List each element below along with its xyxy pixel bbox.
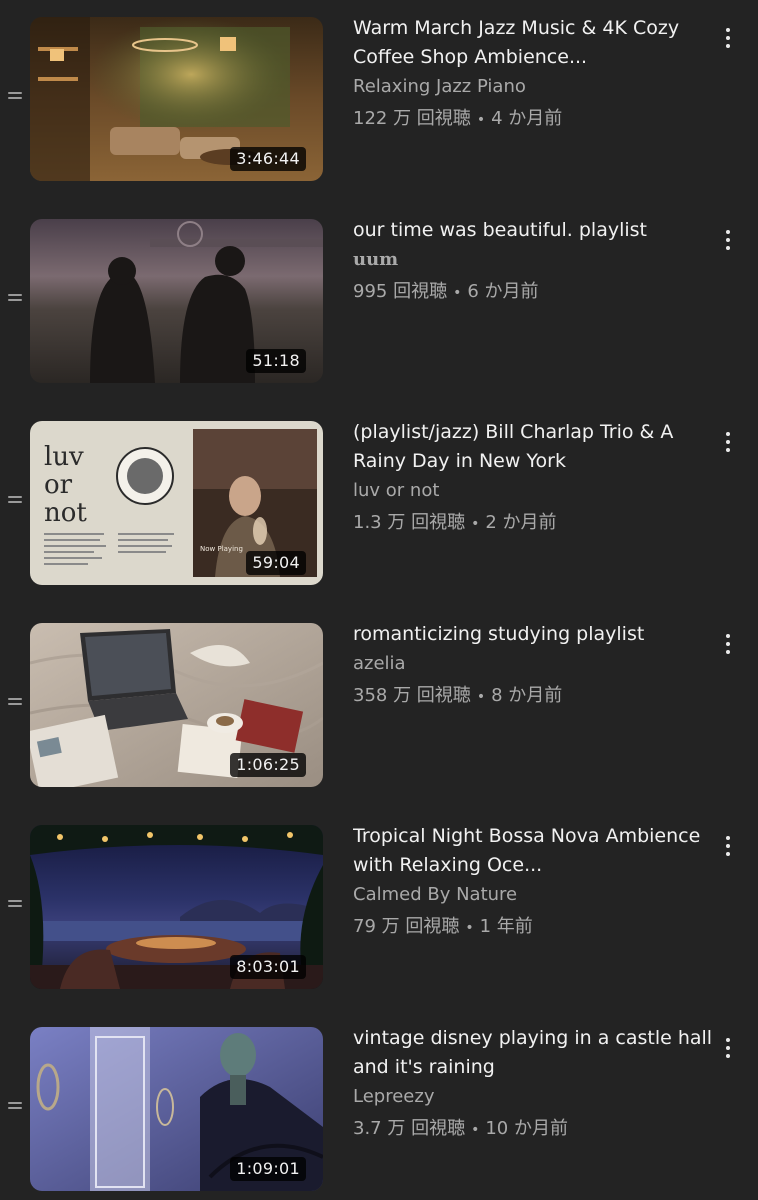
upload-age: 10 か月前	[485, 1118, 568, 1139]
video-meta: 358 万 回視聴 • 8 か月前	[353, 681, 713, 712]
separator-dot: •	[465, 920, 474, 936]
view-count: 995 回視聴	[353, 281, 448, 302]
channel-name[interactable]: uum	[353, 245, 713, 274]
view-count: 79 万 回視聴	[353, 916, 460, 937]
video-meta: 3.7 万 回視聴 • 10 か月前	[353, 1114, 713, 1145]
video-row[interactable]: 3:46:44 Warm March Jazz Music & 4K Cozy …	[0, 14, 758, 184]
thumb-logo-line3: not	[44, 498, 87, 528]
drag-handle-icon[interactable]	[8, 1101, 22, 1111]
channel-name[interactable]: Relaxing Jazz Piano	[353, 72, 713, 101]
video-thumbnail[interactable]: 1:09:01	[30, 1027, 323, 1191]
video-meta: 995 回視聴 • 6 か月前	[353, 277, 713, 308]
more-vert-icon[interactable]	[720, 430, 736, 456]
video-row[interactable]: luv or not Now Playing 59:04 (playlist/j…	[0, 418, 758, 588]
video-info: our time was beautiful. playlist uum 995…	[353, 216, 713, 308]
drag-handle-icon[interactable]	[8, 293, 22, 303]
channel-name[interactable]: Lepreezy	[353, 1082, 713, 1111]
video-title[interactable]: our time was beautiful. playlist	[353, 216, 713, 245]
video-title[interactable]: romanticizing studying playlist	[353, 620, 713, 649]
view-count: 3.7 万 回視聴	[353, 1118, 466, 1139]
video-meta: 79 万 回視聴 • 1 年前	[353, 912, 713, 943]
upload-age: 4 か月前	[491, 108, 563, 129]
drag-handle-icon[interactable]	[8, 91, 22, 101]
duration-badge: 3:46:44	[230, 147, 306, 171]
playlist-video-list: 3:46:44 Warm March Jazz Music & 4K Cozy …	[0, 0, 758, 1200]
more-vert-icon[interactable]	[720, 632, 736, 658]
video-thumbnail[interactable]: 8:03:01	[30, 825, 323, 989]
more-vert-icon[interactable]	[720, 228, 736, 254]
drag-handle-icon[interactable]	[8, 697, 22, 707]
view-count: 1.3 万 回視聴	[353, 512, 466, 533]
video-meta: 1.3 万 回視聴 • 2 か月前	[353, 508, 713, 539]
video-row[interactable]: 1:09:01 vintage disney playing in a cast…	[0, 1024, 758, 1194]
video-info: Warm March Jazz Music & 4K Cozy Coffee S…	[353, 14, 713, 135]
video-row[interactable]: 51:18 our time was beautiful. playlist u…	[0, 216, 758, 386]
duration-badge: 8:03:01	[230, 955, 306, 979]
upload-age: 2 か月前	[485, 512, 557, 533]
drag-handle-icon[interactable]	[8, 899, 22, 909]
duration-badge: 59:04	[246, 551, 306, 575]
duration-badge: 1:06:25	[230, 753, 306, 777]
video-thumbnail[interactable]: luv or not Now Playing 59:04	[30, 421, 323, 585]
video-info: (playlist/jazz) Bill Charlap Trio & A Ra…	[353, 418, 713, 539]
video-info: vintage disney playing in a castle hall …	[353, 1024, 713, 1145]
upload-age: 6 か月前	[467, 281, 539, 302]
channel-name[interactable]: azelia	[353, 649, 713, 678]
duration-badge: 51:18	[246, 349, 306, 373]
thumb-logo-line1: luv	[44, 442, 84, 472]
view-count: 358 万 回視聴	[353, 685, 471, 706]
separator-dot: •	[471, 516, 480, 532]
channel-name[interactable]: Calmed By Nature	[353, 880, 713, 909]
upload-age: 8 か月前	[491, 685, 563, 706]
video-thumbnail[interactable]: 1:06:25	[30, 623, 323, 787]
video-row[interactable]: 8:03:01 Tropical Night Bossa Nova Ambien…	[0, 822, 758, 992]
video-row[interactable]: 1:06:25 romanticizing studying playlist …	[0, 620, 758, 790]
video-title[interactable]: (playlist/jazz) Bill Charlap Trio & A Ra…	[353, 418, 713, 476]
more-vert-icon[interactable]	[720, 1036, 736, 1062]
video-thumbnail[interactable]: 3:46:44	[30, 17, 323, 181]
video-thumbnail[interactable]: 51:18	[30, 219, 323, 383]
upload-age: 1 年前	[479, 916, 533, 937]
video-meta: 122 万 回視聴 • 4 か月前	[353, 104, 713, 135]
channel-name[interactable]: luv or not	[353, 476, 713, 505]
view-count: 122 万 回視聴	[353, 108, 471, 129]
video-title[interactable]: vintage disney playing in a castle hall …	[353, 1024, 713, 1082]
separator-dot: •	[476, 689, 486, 705]
duration-badge: 1:09:01	[230, 1157, 306, 1181]
more-vert-icon[interactable]	[720, 834, 736, 860]
video-info: Tropical Night Bossa Nova Ambience with …	[353, 822, 713, 943]
separator-dot: •	[476, 112, 486, 128]
thumb-caption: Now Playing	[200, 545, 243, 553]
more-vert-icon[interactable]	[720, 26, 736, 52]
video-title[interactable]: Tropical Night Bossa Nova Ambience with …	[353, 822, 713, 880]
separator-dot: •	[453, 285, 462, 301]
drag-handle-icon[interactable]	[8, 495, 22, 505]
separator-dot: •	[471, 1122, 480, 1138]
video-info: romanticizing studying playlist azelia 3…	[353, 620, 713, 712]
thumb-logo-line2: or	[44, 470, 73, 500]
video-title[interactable]: Warm March Jazz Music & 4K Cozy Coffee S…	[353, 14, 713, 72]
